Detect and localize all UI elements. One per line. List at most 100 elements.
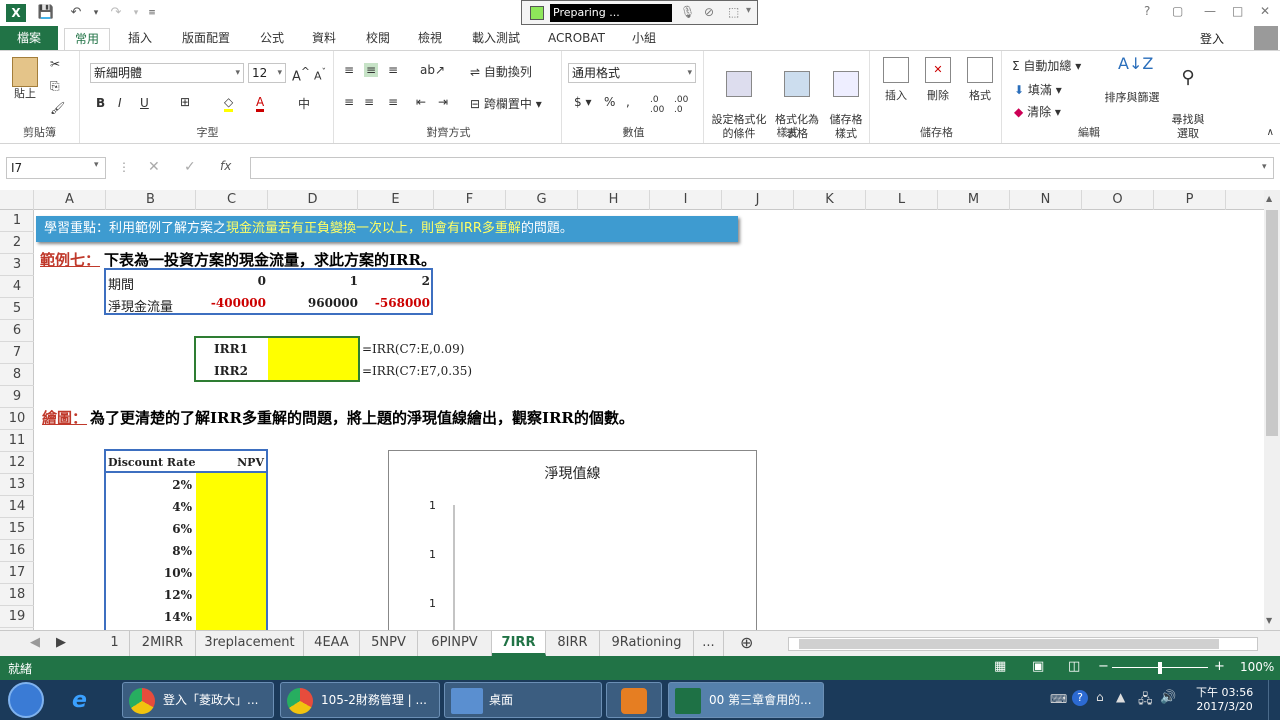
- row-header[interactable]: 18: [0, 584, 34, 606]
- scroll-up-icon[interactable]: ▲: [1266, 194, 1272, 203]
- tab-formulas[interactable]: 公式: [250, 28, 294, 50]
- discount-rate-value[interactable]: 8%: [106, 544, 192, 558]
- select-all-corner[interactable]: [0, 190, 34, 210]
- underline-button[interactable]: U: [140, 96, 149, 110]
- next-sheet-icon[interactable]: ▶: [46, 631, 76, 656]
- column-header[interactable]: F: [434, 190, 506, 210]
- column-header[interactable]: O: [1082, 190, 1154, 210]
- recording-menu-icon[interactable]: ▾: [746, 5, 751, 16]
- start-button[interactable]: [8, 682, 44, 718]
- discount-rate-value[interactable]: 12%: [106, 588, 192, 602]
- column-header[interactable]: I: [650, 190, 722, 210]
- column-header[interactable]: L: [866, 190, 938, 210]
- sheet-tab-[interactable]: ...: [694, 631, 724, 656]
- column-header[interactable]: P: [1154, 190, 1226, 210]
- show-desktop-button[interactable]: [1268, 680, 1280, 720]
- italic-button[interactable]: I: [118, 96, 122, 110]
- tab-load-test[interactable]: 載入測試: [462, 28, 530, 50]
- number-format-select[interactable]: 通用格式: [568, 63, 696, 83]
- sheet-tab-1[interactable]: 1: [100, 631, 130, 656]
- zoom-in-icon[interactable]: +: [1214, 659, 1225, 674]
- row-header[interactable]: 12: [0, 452, 34, 474]
- paste-button[interactable]: 貼上: [8, 57, 42, 101]
- npv-result-cells[interactable]: [196, 473, 266, 630]
- npv-header[interactable]: NPV: [196, 456, 264, 469]
- wrap-text-button[interactable]: ⇌ 自動換列: [470, 63, 532, 80]
- redo-icon[interactable]: ↷: [106, 3, 126, 23]
- page-break-view-icon[interactable]: ◫: [1068, 659, 1080, 674]
- page-layout-view-icon[interactable]: ▣: [1032, 659, 1044, 674]
- increase-indent-icon[interactable]: ⇥: [438, 95, 448, 109]
- irr1-formula-note[interactable]: =IRR(C7:E,0.09): [362, 342, 464, 356]
- tab-acrobat[interactable]: ACROBAT: [538, 28, 615, 50]
- tab-team[interactable]: 小組: [622, 28, 666, 50]
- tab-home[interactable]: 常用: [64, 28, 111, 50]
- discount-rate-value[interactable]: 6%: [106, 522, 192, 536]
- column-header[interactable]: B: [106, 190, 196, 210]
- align-bottom-icon[interactable]: ≡: [388, 63, 398, 77]
- irr2-formula-note[interactable]: =IRR(C7:E7,0.35): [362, 364, 472, 378]
- zoom-level[interactable]: 100%: [1240, 660, 1274, 674]
- sort-filter-button[interactable]: A↓Z 排序與篩選: [1100, 56, 1164, 105]
- format-cells-button[interactable]: 格式: [962, 57, 998, 103]
- insert-function-icon[interactable]: fx: [220, 159, 231, 173]
- ie-icon[interactable]: e: [72, 688, 87, 713]
- column-header[interactable]: C: [196, 190, 268, 210]
- row-header[interactable]: 6: [0, 320, 34, 342]
- cancel-icon[interactable]: ✕: [148, 159, 160, 175]
- phonetic-icon[interactable]: 中: [298, 95, 310, 112]
- increase-decimal-icon[interactable]: .0.00: [650, 95, 664, 115]
- row-header[interactable]: 4: [0, 276, 34, 298]
- format-painter-icon[interactable]: 🖌: [50, 101, 65, 115]
- discount-rate-value[interactable]: 14%: [106, 610, 192, 624]
- currency-icon[interactable]: $ ▾: [574, 95, 591, 109]
- row-header[interactable]: 17: [0, 562, 34, 584]
- zoom-slider-thumb[interactable]: [1158, 662, 1162, 674]
- name-box-dropdown-icon[interactable]: ▾: [94, 160, 99, 170]
- enter-icon[interactable]: ✓: [184, 159, 196, 175]
- minimize-icon[interactable]: —: [1204, 4, 1216, 18]
- column-header[interactable]: E: [358, 190, 434, 210]
- column-header[interactable]: M: [938, 190, 1010, 210]
- keyboard-icon[interactable]: ⌨: [1050, 692, 1067, 706]
- align-middle-icon[interactable]: ≡: [364, 63, 379, 77]
- ribbon-display-icon[interactable]: ▢: [1172, 4, 1183, 18]
- row-header[interactable]: 7: [0, 342, 34, 364]
- scroll-thumb[interactable]: [1266, 210, 1278, 436]
- camera-off-icon[interactable]: ⊘: [704, 5, 714, 19]
- tab-data[interactable]: 資料: [302, 28, 346, 50]
- taskbar-item-desktop[interactable]: 桌面: [444, 682, 602, 718]
- help-tray-icon[interactable]: ?: [1072, 690, 1088, 706]
- row-header[interactable]: 13: [0, 474, 34, 496]
- discount-rate-header[interactable]: Discount Rate: [108, 456, 195, 469]
- scroll-down-icon[interactable]: ▼: [1266, 616, 1272, 625]
- taskbar-item-chrome-1[interactable]: 登入「菱政大」...: [122, 682, 274, 718]
- avatar[interactable]: [1254, 26, 1278, 50]
- column-header[interactable]: J: [722, 190, 794, 210]
- delete-cells-button[interactable]: ✕ 刪除: [920, 57, 956, 103]
- font-color-icon[interactable]: A: [256, 95, 265, 112]
- row-header[interactable]: 11: [0, 430, 34, 452]
- sheet-tab-8irr[interactable]: 8IRR: [546, 631, 600, 656]
- row-header[interactable]: 14: [0, 496, 34, 518]
- row-header[interactable]: 9: [0, 386, 34, 408]
- tab-file[interactable]: 檔案: [0, 26, 58, 50]
- name-box[interactable]: I7: [6, 157, 106, 179]
- comma-icon[interactable]: ,: [626, 95, 630, 109]
- align-right-icon[interactable]: ≡: [388, 95, 398, 109]
- tab-insert[interactable]: 插入: [118, 28, 162, 50]
- zoom-out-icon[interactable]: −: [1098, 659, 1109, 674]
- sheet-tab-9rationing[interactable]: 9Rationing: [600, 631, 694, 656]
- sheet-tab-2mirr[interactable]: 2MIRR: [130, 631, 196, 656]
- taskbar-item-excel[interactable]: 00 第三章會用的...: [668, 682, 824, 718]
- worksheet-grid[interactable]: A B C D E F G H I J K L M N O P 12345678…: [0, 190, 1264, 630]
- row-header[interactable]: 15: [0, 518, 34, 540]
- row-header[interactable]: 10: [0, 408, 34, 430]
- insert-cells-button[interactable]: 插入: [878, 57, 914, 103]
- undo-dropdown-icon[interactable]: ▾: [86, 3, 106, 23]
- column-header[interactable]: D: [268, 190, 358, 210]
- expand-formula-icon[interactable]: ▾: [1262, 162, 1267, 172]
- tray-icon[interactable]: ⌂: [1096, 690, 1104, 704]
- fill-color-icon[interactable]: ◇: [224, 95, 234, 112]
- font-size-select[interactable]: 12: [248, 63, 286, 83]
